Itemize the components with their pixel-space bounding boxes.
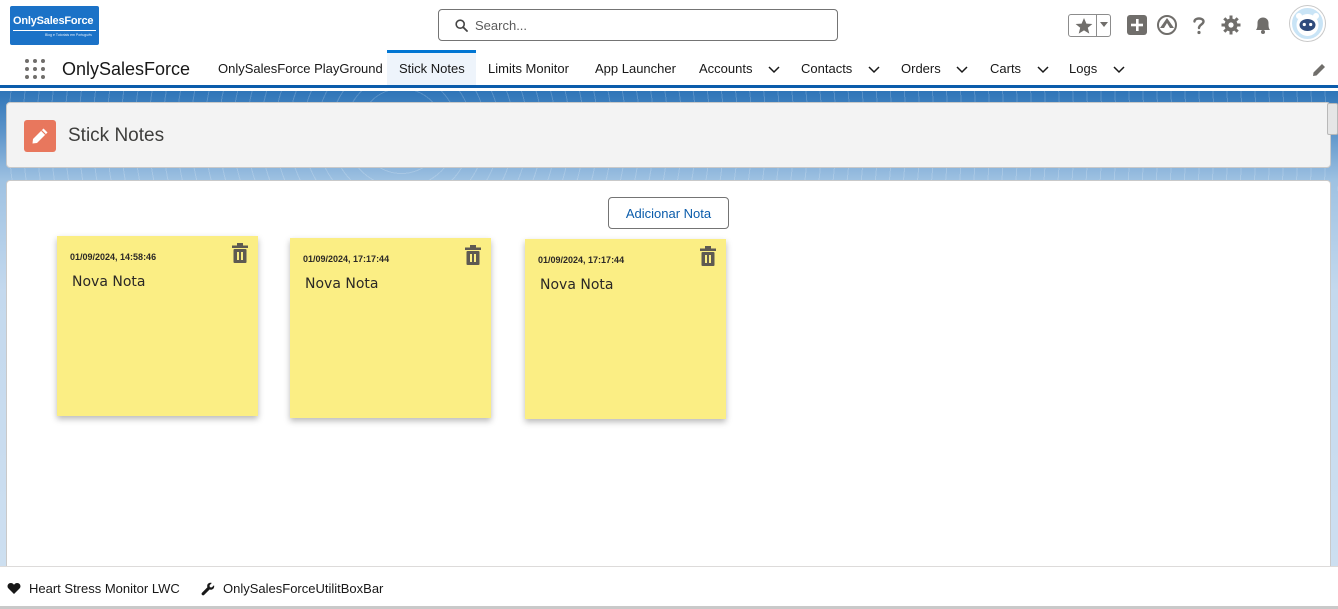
help-icon[interactable] xyxy=(1188,14,1210,36)
chevron-down-icon[interactable] xyxy=(768,66,780,74)
note-text[interactable]: Nova Nota xyxy=(72,274,145,290)
scrollbar-handle[interactable] xyxy=(1327,103,1338,135)
sticky-note[interactable]: 01/09/2024, 17:17:44 Nova Nota xyxy=(525,239,726,419)
wrench-icon xyxy=(201,582,215,596)
tab-carts[interactable]: Carts xyxy=(978,50,1061,85)
global-header: OnlySalesForce Blog e Tutoriais em Portu… xyxy=(0,0,1338,50)
tab-stick-notes[interactable]: Stick Notes xyxy=(387,50,476,85)
sticky-note[interactable]: 01/09/2024, 17:17:44 Nova Nota xyxy=(290,238,491,418)
delete-note-button[interactable] xyxy=(230,242,250,264)
gear-icon[interactable] xyxy=(1220,14,1242,36)
note-timestamp: 01/09/2024, 14:58:46 xyxy=(70,252,157,262)
search-input[interactable] xyxy=(475,15,825,35)
app-name: OnlySalesForce xyxy=(62,59,191,79)
chevron-down-icon[interactable] xyxy=(956,66,968,74)
company-logo[interactable]: OnlySalesForce Blog e Tutoriais em Portu… xyxy=(10,6,99,45)
chevron-down-icon[interactable] xyxy=(1037,66,1049,74)
trash-icon xyxy=(700,246,716,266)
utility-item-label: Heart Stress Monitor LWC xyxy=(29,581,180,596)
tab-logs[interactable]: Logs xyxy=(1057,50,1137,85)
trash-icon xyxy=(465,245,481,265)
app-launcher-icon[interactable] xyxy=(24,58,46,80)
note-text[interactable]: Nova Nota xyxy=(540,277,613,293)
favorites-divider xyxy=(1096,15,1097,36)
app-navigation-bar: OnlySalesForce OnlySalesForce PlayGround… xyxy=(0,50,1338,88)
tab-app-launcher[interactable]: App Launcher xyxy=(583,50,688,85)
avatar[interactable] xyxy=(1290,6,1325,41)
note-timestamp: 01/09/2024, 17:17:44 xyxy=(303,254,390,264)
tab-label: Orders xyxy=(901,61,941,76)
page-header: Stick Notes xyxy=(6,102,1331,168)
sticky-note[interactable]: 01/09/2024, 14:58:46 Nova Nota xyxy=(57,236,258,416)
tab-label: Accounts xyxy=(699,61,753,76)
bell-icon[interactable] xyxy=(1252,14,1274,36)
utility-item-heart-stress-monitor[interactable]: Heart Stress Monitor LWC xyxy=(7,580,187,598)
tab-limits-monitor[interactable]: Limits Monitor xyxy=(476,50,581,85)
tab-orders[interactable]: Orders xyxy=(889,50,980,85)
tab-label: Limits Monitor xyxy=(488,61,569,76)
note-timestamp: 01/09/2024, 17:17:44 xyxy=(538,255,625,265)
tab-label: OnlySalesForce PlayGround xyxy=(218,61,383,76)
chevron-down-icon[interactable] xyxy=(868,66,880,74)
search-icon xyxy=(455,19,468,32)
star-icon[interactable] xyxy=(1072,16,1096,35)
tab-label: Contacts xyxy=(801,61,853,76)
tab-label: App Launcher xyxy=(595,61,676,76)
trash-icon xyxy=(232,243,248,263)
utility-item-label: OnlySalesForceUtilitBoxBar xyxy=(223,581,384,596)
page-title: Stick Notes xyxy=(68,125,165,146)
tab-playground[interactable]: OnlySalesForce PlayGround xyxy=(206,50,395,85)
utility-bar: Heart Stress Monitor LWC OnlySalesForceU… xyxy=(0,566,1338,609)
edit-nav-icon[interactable] xyxy=(1311,62,1327,78)
favorites-button[interactable] xyxy=(1068,14,1111,37)
logo-subtext: Blog e Tutoriais em Português xyxy=(45,33,92,37)
tab-contacts[interactable]: Contacts xyxy=(789,50,892,85)
tab-label: Carts xyxy=(990,61,1022,76)
pencil-icon xyxy=(32,128,48,144)
global-search[interactable] xyxy=(438,9,838,41)
trailhead-icon[interactable] xyxy=(1156,14,1178,36)
chevron-down-icon[interactable] xyxy=(1099,21,1109,29)
plus-icon[interactable] xyxy=(1126,14,1148,36)
tab-label: Logs xyxy=(1069,61,1098,76)
delete-note-button[interactable] xyxy=(463,244,483,266)
tab-accounts[interactable]: Accounts xyxy=(687,50,792,85)
delete-note-button[interactable] xyxy=(698,245,718,267)
logo-underline xyxy=(13,30,96,31)
astro-avatar-icon xyxy=(1296,13,1319,36)
logo-text: OnlySalesForce xyxy=(13,15,94,27)
utility-item-utility-box-bar[interactable]: OnlySalesForceUtilitBoxBar xyxy=(201,580,386,598)
tab-label: Stick Notes xyxy=(399,61,465,76)
add-note-button[interactable]: Adicionar Nota xyxy=(608,197,729,229)
chevron-down-icon[interactable] xyxy=(1113,66,1125,74)
page-icon xyxy=(24,120,56,152)
note-text[interactable]: Nova Nota xyxy=(305,276,378,292)
heart-icon xyxy=(7,583,21,594)
